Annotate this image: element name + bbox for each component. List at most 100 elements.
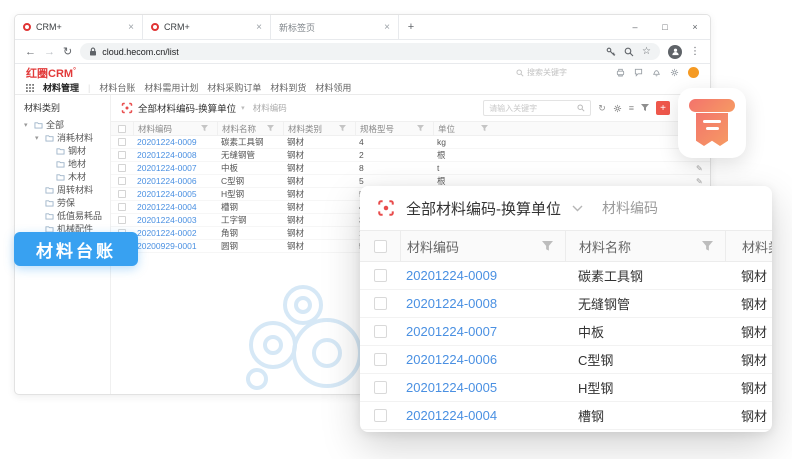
tree-item-all[interactable]: ▾全部 — [24, 118, 110, 131]
row-checkbox[interactable] — [118, 216, 126, 224]
tree-item-wood[interactable]: 木材 — [24, 170, 110, 183]
table-row[interactable]: 20201224-0009碳素工具钢钢材4kg✎ — [111, 136, 710, 149]
select-all-checkbox[interactable] — [118, 125, 126, 133]
edit-icon[interactable]: ✎ — [692, 164, 710, 173]
nav-item-material-arrival[interactable]: 材料到货 — [270, 81, 306, 94]
global-search-input[interactable] — [527, 68, 607, 77]
columns-menu-icon[interactable]: ≡ — [629, 104, 634, 113]
material-code-link[interactable]: 20201224-0008 — [133, 150, 217, 160]
material-code-link[interactable]: 20201224-0007 — [133, 163, 217, 173]
tree-item-low-value-consumables[interactable]: 低值易耗品 — [24, 209, 110, 222]
forward-icon[interactable]: → — [44, 46, 55, 58]
row-checkbox[interactable] — [374, 353, 387, 366]
caret-down-icon[interactable]: ▾ — [35, 134, 42, 142]
tab-close-icon[interactable]: × — [256, 22, 262, 33]
reload-icon[interactable]: ↻ — [63, 45, 72, 58]
column-header-code[interactable]: 材料编码 — [133, 122, 217, 135]
filter-funnel-icon[interactable] — [339, 125, 346, 132]
material-code-link[interactable]: 20201224-0006 — [133, 176, 217, 186]
table-row[interactable]: 20201224-0005H型钢钢材 — [360, 374, 772, 402]
column-header-name[interactable]: 材料名称 — [217, 122, 283, 135]
add-new-button[interactable]: + — [656, 101, 670, 115]
close-button[interactable]: × — [680, 15, 710, 39]
filter-funnel-icon[interactable] — [201, 125, 208, 132]
nav-item-material-requisition[interactable]: 材料领用 — [315, 81, 351, 94]
filter-funnel-icon[interactable] — [641, 104, 649, 112]
row-checkbox[interactable] — [118, 203, 126, 211]
material-code-link[interactable]: 20201224-0005 — [400, 374, 565, 401]
refresh-icon[interactable]: ↻ — [598, 104, 606, 113]
column-header-unit[interactable]: 单位 — [433, 122, 497, 135]
table-search-input[interactable] — [489, 104, 573, 113]
view-title[interactable]: 全部材料编码-换算单位 — [138, 101, 236, 115]
chevron-down-icon[interactable] — [572, 205, 583, 212]
filter-funnel-icon[interactable] — [702, 241, 713, 252]
maximize-button[interactable]: □ — [650, 15, 680, 39]
password-key-icon[interactable] — [606, 47, 616, 57]
nav-item-material-purchase-order[interactable]: 材料采购订单 — [207, 81, 261, 94]
table-row[interactable]: 20201224-0007中板钢材8t✎ — [111, 162, 710, 175]
select-all-checkbox[interactable] — [374, 240, 387, 253]
print-icon[interactable] — [616, 68, 625, 77]
tree-item-consumables[interactable]: ▾消耗材料 — [24, 131, 110, 144]
filter-funnel-icon[interactable] — [542, 241, 553, 252]
filter-funnel-icon[interactable] — [267, 125, 274, 132]
material-code-link[interactable]: 20201224-0003 — [133, 215, 217, 225]
row-checkbox[interactable] — [118, 164, 126, 172]
column-header-name[interactable]: 材料名称 — [565, 231, 725, 261]
settings-gear-icon[interactable] — [613, 104, 622, 113]
nav-item-material-demand-plan[interactable]: 材料需用计划 — [144, 81, 198, 94]
row-checkbox[interactable] — [374, 269, 387, 282]
material-code-link[interactable]: 20201224-0008 — [400, 290, 565, 317]
nav-item-material-ledger[interactable]: 材料台账 — [99, 81, 135, 94]
material-code-link[interactable]: 20201224-0004 — [133, 202, 217, 212]
column-header-code[interactable]: 材料编码 — [400, 231, 565, 261]
material-code-link[interactable]: 20201224-0005 — [133, 189, 217, 199]
row-checkbox[interactable] — [118, 190, 126, 198]
table-row[interactable]: 20201224-0004槽钢钢材 — [360, 402, 772, 430]
browser-tab-crm-2[interactable]: CRM+ × — [143, 15, 271, 39]
column-header-spec[interactable]: 规格型号 — [355, 122, 433, 135]
table-row[interactable]: 20201224-0007中板钢材 — [360, 318, 772, 346]
chrome-menu-icon[interactable]: ⋮ — [690, 46, 700, 57]
table-search[interactable] — [483, 100, 591, 116]
url-bar[interactable]: cloud.hecom.cn/list ☆ — [80, 43, 660, 60]
row-checkbox[interactable] — [118, 138, 126, 146]
table-row[interactable]: 20201224-0008无缝钢管钢材 — [360, 290, 772, 318]
chat-icon[interactable] — [634, 68, 643, 77]
caret-down-icon[interactable]: ▾ — [24, 121, 31, 129]
browser-tab-newtab[interactable]: 新标签页 × — [271, 15, 399, 39]
material-code-link[interactable]: 20201224-0009 — [133, 137, 217, 147]
material-code-link[interactable]: 20200929-0001 — [133, 241, 217, 251]
table-row[interactable]: 20201224-0009碳素工具钢钢材 — [360, 262, 772, 290]
row-checkbox[interactable] — [374, 325, 387, 338]
column-header-category[interactable]: 材料类别 — [283, 122, 355, 135]
material-code-link[interactable]: 20201224-0009 — [400, 262, 565, 289]
material-code-link[interactable]: 20201224-0006 — [400, 346, 565, 373]
row-checkbox[interactable] — [118, 151, 126, 159]
row-checkbox[interactable] — [374, 409, 387, 422]
back-icon[interactable]: ← — [25, 46, 36, 58]
filter-funnel-icon[interactable] — [481, 125, 488, 132]
tree-item-labor-protection[interactable]: 劳保 — [24, 196, 110, 209]
nav-item-material-management[interactable]: 材料管理 — [43, 81, 79, 94]
tab-close-icon[interactable]: × — [128, 22, 134, 33]
chrome-profile-avatar[interactable] — [668, 45, 682, 59]
table-row[interactable]: 20201224-0008无缝钢管钢材2根✎ — [111, 149, 710, 162]
row-checkbox[interactable] — [374, 297, 387, 310]
tree-item-turnover-material[interactable]: 周转材料 — [24, 183, 110, 196]
browser-tab-crm-active[interactable]: CRM+ × — [15, 15, 143, 39]
table-row[interactable]: 20201224-0006C型钢钢材 — [360, 346, 772, 374]
popup-view-title[interactable]: 全部材料编码-换算单位 — [406, 198, 561, 219]
gear-icon[interactable] — [670, 68, 679, 77]
chevron-down-icon[interactable]: ▾ — [241, 104, 245, 112]
filter-funnel-icon[interactable] — [417, 125, 424, 132]
edit-icon[interactable]: ✎ — [692, 177, 710, 186]
material-code-link[interactable]: 20201224-0004 — [400, 402, 565, 429]
tree-item-ground-material[interactable]: 地材 — [24, 157, 110, 170]
column-header-category[interactable]: 材料类别 — [725, 231, 772, 261]
new-tab-button[interactable]: + — [399, 15, 423, 39]
material-code-link[interactable]: 20201224-0007 — [400, 318, 565, 345]
bell-icon[interactable] — [652, 68, 661, 77]
material-code-link[interactable]: 20201224-0002 — [133, 228, 217, 238]
